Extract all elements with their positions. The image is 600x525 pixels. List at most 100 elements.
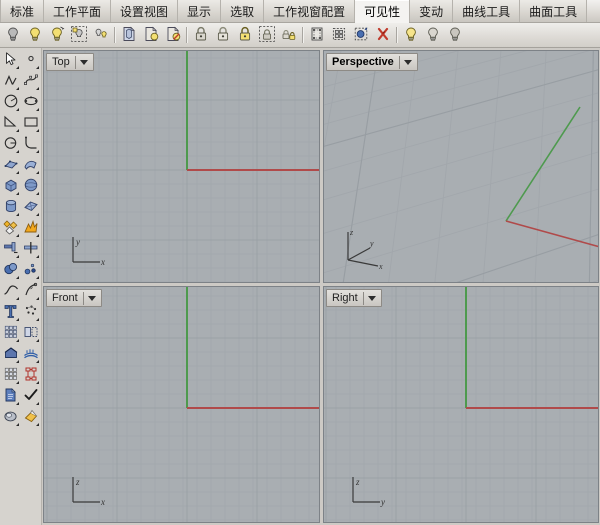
palette-button-point[interactable] (21, 50, 41, 71)
hide-layer-icon (143, 26, 159, 45)
palette-button-sphere[interactable] (21, 176, 41, 197)
palette-button-circle[interactable] (1, 92, 21, 113)
toolbar-button-remove-from-group[interactable] (372, 24, 394, 46)
ribbon-tab-1[interactable]: 工作平面 (44, 0, 112, 22)
ungroup-icon (331, 26, 347, 45)
ribbon-tab-0[interactable]: 标准 (0, 0, 45, 22)
ribbon-tab-9[interactable]: 曲面工具 (520, 0, 588, 22)
toolbar-button-isolate[interactable] (118, 24, 140, 46)
lock-objects-icon (193, 26, 209, 45)
palette-button-select-arrow[interactable] (1, 50, 21, 71)
viewport-top-title-tab[interactable]: Top (46, 53, 94, 71)
palette-button-fillet-curve[interactable] (21, 134, 41, 155)
palette-button-surface-from-points[interactable] (1, 155, 21, 176)
palette-button-grid-array[interactable] (1, 365, 21, 386)
palette-button-array[interactable] (1, 323, 21, 344)
ribbon-tab-3[interactable]: 显示 (178, 0, 222, 22)
toolbar-button-lock-unselected[interactable] (278, 24, 300, 46)
viewport-front-title-tab[interactable]: Front (46, 289, 102, 307)
palette-button-text-object[interactable] (1, 302, 21, 323)
toolbar-button-show-selected[interactable] (46, 24, 68, 46)
viewport-perspective-canvas[interactable] (324, 51, 598, 282)
palette-button-layer[interactable] (1, 386, 21, 407)
toolbar-button-lock-objects[interactable] (190, 24, 212, 46)
chevron-down-icon[interactable] (403, 59, 412, 65)
split-icon (23, 240, 39, 259)
viewport-front-canvas[interactable] (44, 287, 319, 522)
palette-button-extrude-surface[interactable] (21, 155, 41, 176)
ribbon-tab-label: 标准 (10, 4, 35, 19)
palette-button-boolean[interactable] (1, 218, 21, 239)
palette-button-rectangle[interactable] (21, 113, 41, 134)
palette-button-points-on[interactable] (21, 260, 41, 281)
palette-button-mesh[interactable] (21, 197, 41, 218)
ribbon-tab-4[interactable]: 选取 (221, 0, 265, 22)
palette-button-polyline[interactable] (1, 71, 21, 92)
viewport-perspective-title-label: Perspective (332, 56, 394, 68)
toolbar-button-show-layer[interactable] (162, 24, 184, 46)
toolbar-button-unlock-objects[interactable] (212, 24, 234, 46)
isolate-icon (121, 26, 137, 45)
front-grid (44, 287, 319, 522)
palette-button-control-point-curve[interactable] (21, 71, 41, 92)
palette-button-extend-curve[interactable] (21, 281, 41, 302)
toolbar-button-hide-objects[interactable] (2, 24, 24, 46)
ribbon-tab-8[interactable]: 曲线工具 (453, 0, 521, 22)
toolbar-button-light-on[interactable] (400, 24, 422, 46)
ribbon-tab-label: 可见性 (364, 4, 401, 19)
palette-button-cap-holes[interactable] (1, 344, 21, 365)
palette-button-render[interactable] (1, 407, 21, 428)
ribbon-tab-5[interactable]: 工作视窗配置 (264, 0, 356, 22)
viewport-top-canvas[interactable] (44, 51, 319, 282)
chevron-down-icon[interactable] (367, 295, 376, 301)
palette-button-curve-tools[interactable] (1, 134, 21, 155)
viewport-right[interactable]: Right z y (323, 286, 599, 523)
render-icon (3, 408, 19, 427)
toolbar-button-group[interactable] (306, 24, 328, 46)
light-toggle-icon (447, 26, 463, 45)
palette-button-arc[interactable] (1, 113, 21, 134)
palette-button-union[interactable] (1, 260, 21, 281)
toolbar-button-light-toggle[interactable] (444, 24, 466, 46)
toolbar-button-hide-swap[interactable] (68, 24, 90, 46)
palette-button-loft[interactable] (21, 344, 41, 365)
palette-button-blend-curve[interactable] (1, 281, 21, 302)
viewport-top[interactable]: Top y x (43, 50, 320, 283)
viewport-right-title-tab[interactable]: Right (326, 289, 382, 307)
toolbar-button-ungroup[interactable] (328, 24, 350, 46)
palette-button-split[interactable] (21, 239, 41, 260)
viewport-title-divider (82, 291, 84, 305)
extend-curve-icon (23, 282, 39, 301)
toolbar-button-light-off[interactable] (422, 24, 444, 46)
chevron-down-icon[interactable] (87, 295, 96, 301)
toolbar-button-lock-swap[interactable] (256, 24, 278, 46)
ribbon-tab-6[interactable]: 可见性 (355, 0, 411, 23)
toolbar-button-hide-unselected[interactable] (90, 24, 112, 46)
palette-button-dimension[interactable] (21, 365, 41, 386)
palette-button-cylinder[interactable] (1, 197, 21, 218)
viewport-right-canvas[interactable] (324, 287, 598, 522)
palette-button-box[interactable] (1, 176, 21, 197)
toolbar-button-hide-layer[interactable] (140, 24, 162, 46)
light-off-icon (425, 26, 441, 45)
palette-button-material[interactable] (21, 407, 41, 428)
palette-button-offset[interactable] (21, 323, 41, 344)
toolbar-button-unlock-selected[interactable] (234, 24, 256, 46)
ribbon-tab-2[interactable]: 设置视图 (111, 0, 179, 22)
palette-button-explode[interactable] (21, 218, 41, 239)
ribbon-tab-7[interactable]: 变动 (410, 0, 454, 22)
box-icon (3, 177, 19, 196)
toolbar-button-add-to-group[interactable] (350, 24, 372, 46)
viewport-perspective[interactable]: Perspective z y x (323, 50, 599, 283)
chevron-down-icon[interactable] (79, 59, 88, 65)
ribbon-tab-bar: 标准 工作平面 设置视图 显示 选取 工作视窗配置 可见性 变动 曲线工具 曲面工具 (0, 0, 600, 23)
viewport-right-title-label: Right (332, 292, 358, 304)
palette-button-check[interactable] (21, 386, 41, 407)
toolbar-button-show-objects[interactable] (24, 24, 46, 46)
palette-button-trim[interactable] (1, 239, 21, 260)
viewport-perspective-title-tab[interactable]: Perspective (326, 53, 418, 71)
rectangle-icon (23, 114, 39, 133)
palette-button-point-cloud[interactable] (21, 302, 41, 323)
viewport-front[interactable]: Front z x (43, 286, 320, 523)
palette-button-ellipse[interactable] (21, 92, 41, 113)
